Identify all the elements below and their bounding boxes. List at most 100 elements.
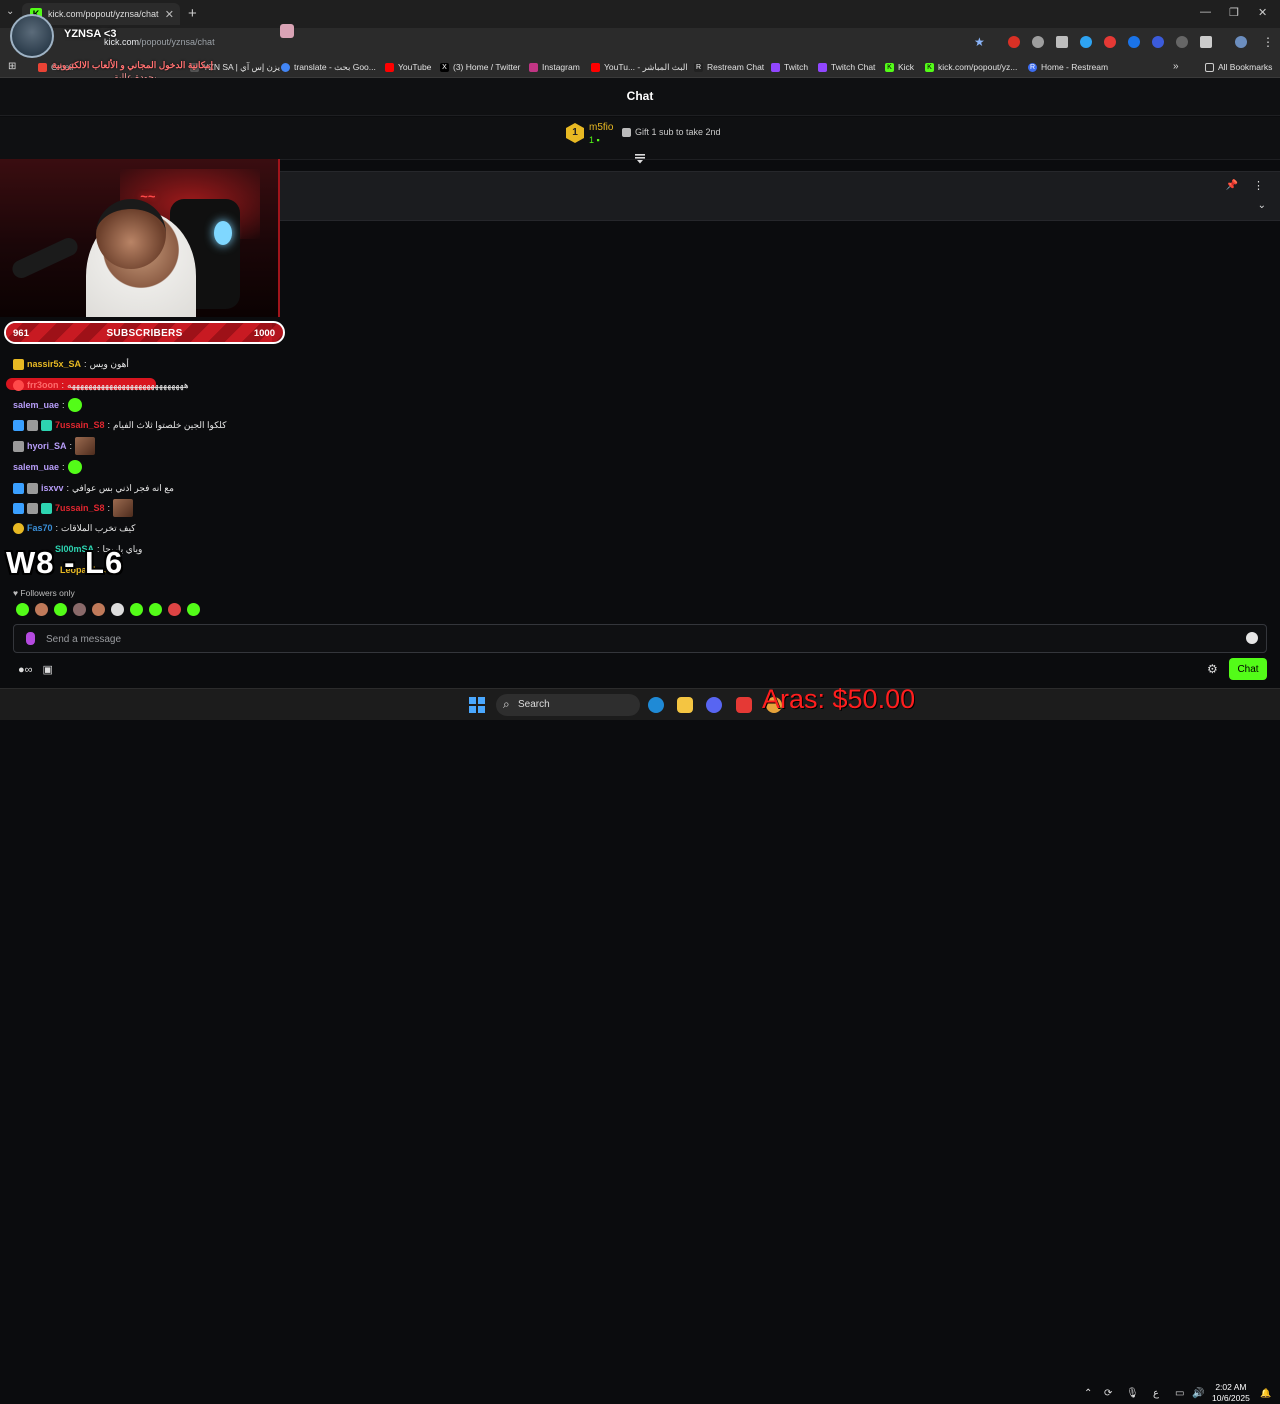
rank-badge-icon: 1	[566, 123, 584, 143]
bookmark-youtube[interactable]: YouTube	[385, 62, 431, 72]
mic-tray-icon[interactable]: 🎙	[1126, 1388, 1139, 1399]
chat-username[interactable]: Fas70	[27, 523, 53, 533]
gift-shop-icon[interactable]: ▣	[43, 663, 53, 676]
extension-icon[interactable]	[1152, 36, 1164, 48]
chat-username[interactable]: hyori_SA	[27, 441, 67, 451]
sync-icon[interactable]: ⟳	[1104, 1388, 1112, 1399]
chat-title: Chat	[626, 89, 654, 103]
collapse-leaderboard-icon[interactable]	[634, 154, 646, 164]
browser-menu-icon[interactable]: ⋮	[1262, 35, 1274, 49]
chevron-down-icon[interactable]: ⌄	[1258, 200, 1266, 211]
chat-message[interactable]: 7ussain_S8: كلكوا الجين خلصتوا ثلاث الفي…	[13, 417, 226, 433]
tray-expand-icon[interactable]: ⌃	[1084, 1388, 1092, 1399]
extension-icon[interactable]	[1080, 36, 1092, 48]
close-tab-icon[interactable]: ✕	[165, 8, 174, 21]
chat-username[interactable]: salem_uae	[13, 462, 59, 472]
notification-icon[interactable]: 🔔	[1260, 1388, 1271, 1399]
app-icon[interactable]	[736, 697, 752, 713]
chat-text: مع انه فجر اذني بس عوافي	[72, 482, 174, 493]
chat-username[interactable]: salem_uae	[13, 400, 59, 410]
bookmark-kick[interactable]: K Kick	[885, 62, 914, 72]
sponsor-banner-line1: إمكانية الدخول المجاني و الألعاب الالكتر…	[52, 60, 214, 70]
emote-icon[interactable]	[16, 603, 29, 616]
extension-icon[interactable]	[1104, 36, 1116, 48]
bookmark-kick-popout[interactable]: Kkick.com/popout/yz...	[925, 62, 1017, 72]
chat-message[interactable]: salem_uae:	[13, 397, 82, 413]
microphone	[9, 235, 81, 281]
volume-icon[interactable]: 🔊	[1192, 1388, 1204, 1399]
extensions-puzzle-icon[interactable]	[1200, 36, 1212, 48]
tab-search-icon[interactable]: ⌄	[6, 6, 14, 17]
language-indicator[interactable]: ع	[1153, 1388, 1159, 1399]
bookmark-instagram[interactable]: Instagram	[529, 62, 580, 72]
extension-icon[interactable]	[1056, 36, 1068, 48]
all-bookmarks[interactable]: All Bookmarks	[1205, 62, 1272, 72]
chat-message[interactable]: nassir5x_SA: أهون ويس	[13, 356, 129, 372]
chat-message[interactable]: salem_uae:	[13, 459, 82, 475]
extension-icon[interactable]	[1032, 36, 1044, 48]
subscriber-goal: 1000	[253, 328, 275, 339]
bookmark-star-icon[interactable]: ★	[974, 35, 985, 49]
bookmark-youtube-live[interactable]: YouTu... - البث المباشر	[591, 62, 688, 73]
discord-icon[interactable]	[706, 697, 722, 713]
crown-badge-icon	[13, 358, 24, 370]
verified-badge-icon	[13, 419, 24, 431]
file-explorer-icon[interactable]	[677, 697, 693, 713]
apps-grid-icon[interactable]: ⊞	[8, 61, 16, 72]
more-bookmarks-icon[interactable]: »	[1173, 61, 1179, 72]
chat-text: كلكوا الجين خلصتوا ثلاث الفيام	[113, 419, 227, 430]
chat-message[interactable]: isxvv: مع انه فجر اذني بس عوافي	[13, 480, 174, 496]
settings-gear-icon[interactable]: ⚙	[1207, 662, 1218, 676]
emote-icon[interactable]	[149, 603, 162, 616]
chat-message[interactable]: hyori_SA:	[13, 437, 96, 455]
chat-message[interactable]: 7ussain_S8:	[13, 499, 134, 517]
message-input[interactable]	[46, 630, 1226, 648]
bookmark-restream-home[interactable]: R Home - Restream	[1028, 62, 1108, 72]
emote-icon[interactable]	[92, 603, 105, 616]
gift-sub-prompt[interactable]: Gift 1 sub to take 2nd	[622, 127, 721, 137]
extension-icon[interactable]	[1176, 36, 1188, 48]
twitch-icon	[818, 62, 827, 72]
emote-icon[interactable]	[35, 603, 48, 616]
chat-username[interactable]: 7ussain_S8	[55, 420, 105, 430]
chat-username[interactable]: 7ussain_S8	[55, 503, 105, 513]
network-icon[interactable]: ▭	[1175, 1388, 1184, 1399]
emote-icon[interactable]	[111, 603, 124, 616]
chat-username[interactable]: isxvv	[41, 483, 64, 493]
send-chat-button[interactable]: Chat	[1229, 658, 1267, 680]
emote-icon[interactable]	[130, 603, 143, 616]
taskbar-search[interactable]: Search	[496, 694, 640, 716]
pin-icon[interactable]: 📌	[1226, 180, 1238, 191]
restore-icon[interactable]: ❐	[1229, 6, 1239, 19]
close-window-icon[interactable]: ✕	[1258, 6, 1267, 19]
users-icon[interactable]: ●∞	[18, 664, 33, 676]
emote-icon[interactable]	[168, 603, 181, 616]
emote-icon[interactable]	[73, 603, 86, 616]
chat-username[interactable]: nassir5x_SA	[27, 359, 81, 369]
bookmark-twitch-chat[interactable]: Twitch Chat	[818, 62, 875, 72]
extension-icon[interactable]	[1128, 36, 1140, 48]
extension-icon[interactable]	[1008, 36, 1020, 48]
emote-icon[interactable]	[187, 603, 200, 616]
microphone-icon[interactable]	[26, 632, 35, 645]
system-clock[interactable]: 2:02 AM 10/6/2025	[1212, 1382, 1250, 1404]
bookmark-twitch[interactable]: Twitch	[771, 62, 808, 72]
chat-username[interactable]: frr3oon	[27, 380, 59, 390]
bookmark-twitter[interactable]: X (3) Home / Twitter	[440, 62, 520, 72]
chat-message[interactable]: frr3oon: ههههههههههههههههههههههههههههه	[13, 377, 189, 393]
restream-icon: R	[1028, 62, 1037, 72]
profile-avatar[interactable]	[1235, 36, 1247, 48]
emoji-picker-icon[interactable]	[1246, 632, 1258, 644]
emote-icon[interactable]	[54, 603, 67, 616]
bookmark-restream-chat[interactable]: R Restream Chat	[694, 62, 764, 72]
chat-message[interactable]: Fas70: كيف تخرب الملاقات	[13, 520, 135, 536]
subscriber-goal-bar: 961 SUBSCRIBERS 1000	[4, 321, 285, 344]
edge-icon[interactable]	[648, 697, 664, 713]
minimize-icon[interactable]: —	[1200, 6, 1211, 18]
bookmark-translate[interactable]: translate - بحث Goo...	[281, 62, 376, 73]
windows-start-icon[interactable]	[469, 697, 485, 713]
new-tab-button[interactable]: +	[188, 5, 197, 22]
leader-username[interactable]: m5fio	[589, 122, 613, 133]
url-text[interactable]: kick.com/popout/yznsa/chat	[104, 37, 215, 47]
more-options-icon[interactable]: ⋮	[1253, 179, 1264, 192]
